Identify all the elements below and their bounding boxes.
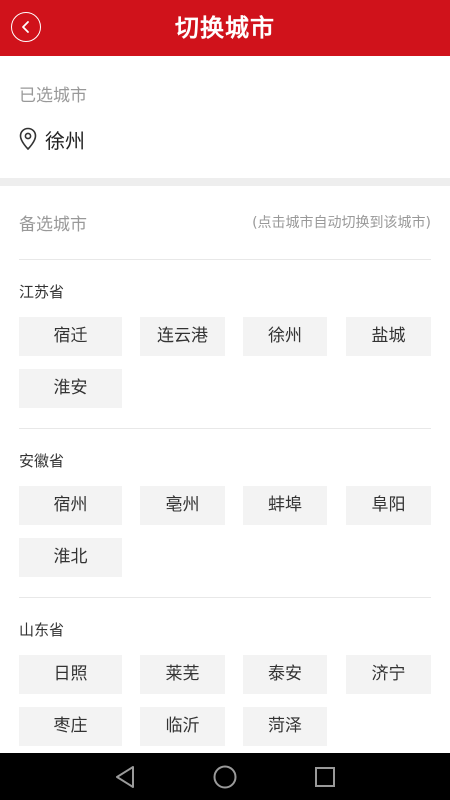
- province-divider: [19, 428, 431, 429]
- candidate-header: 备选城市 (点击城市自动切换到该城市): [19, 186, 431, 260]
- province-name: 山东省: [19, 621, 65, 639]
- city-button[interactable]: 淮北: [19, 538, 122, 577]
- city-button[interactable]: 菏泽: [243, 707, 327, 746]
- selected-city-section: 已选城市 徐州: [0, 56, 450, 178]
- province-shandong: 山东省 日照 莱芜 泰安 济宁 枣庄 临沂 菏泽: [19, 599, 431, 753]
- city-button[interactable]: 淮安: [19, 369, 122, 408]
- nav-recents-button[interactable]: [312, 764, 338, 790]
- triangle-back-icon: [116, 766, 134, 788]
- selected-city-name: 徐州: [45, 128, 85, 153]
- city-button[interactable]: 宿迁: [19, 317, 122, 356]
- square-recents-icon: [315, 767, 335, 787]
- city-button[interactable]: 莱芜: [140, 655, 225, 694]
- city-button[interactable]: 蚌埠: [243, 486, 327, 525]
- candidate-cities-label: 备选城市: [19, 215, 87, 235]
- city-button[interactable]: 连云港: [140, 317, 225, 356]
- page-title: 切换城市: [175, 14, 275, 42]
- city-button[interactable]: 阜阳: [346, 486, 431, 525]
- province-anhui: 安徽省 宿州 亳州 蚌埠 阜阳 淮北: [19, 430, 431, 600]
- selected-city[interactable]: 徐州: [19, 124, 85, 154]
- selected-city-label: 已选城市: [19, 86, 87, 106]
- candidate-cities-section: 备选城市 (点击城市自动切换到该城市) 江苏省 宿迁 连云港 徐州 盐城 淮安 …: [0, 186, 450, 753]
- province-divider: [19, 597, 431, 598]
- location-pin-icon: [19, 127, 37, 151]
- province-name: 江苏省: [19, 283, 65, 301]
- province-jiangsu: 江苏省 宿迁 连云港 徐州 盐城 淮安: [19, 261, 431, 431]
- city-button[interactable]: 日照: [19, 655, 122, 694]
- city-button[interactable]: 亳州: [140, 486, 225, 525]
- city-button[interactable]: 盐城: [346, 317, 431, 356]
- city-button[interactable]: 临沂: [140, 707, 225, 746]
- city-button[interactable]: 济宁: [346, 655, 431, 694]
- nav-back-button[interactable]: [112, 764, 138, 790]
- nav-home-button[interactable]: [212, 764, 238, 790]
- candidate-hint: (点击城市自动切换到该城市): [252, 215, 431, 231]
- section-divider: [0, 178, 450, 186]
- province-name: 安徽省: [19, 452, 65, 470]
- city-button[interactable]: 宿州: [19, 486, 122, 525]
- city-button[interactable]: 泰安: [243, 655, 327, 694]
- city-button[interactable]: 枣庄: [19, 707, 122, 746]
- circle-home-icon: [213, 765, 237, 789]
- title-bar: 切换城市: [0, 0, 450, 56]
- system-navigation-bar: [0, 753, 450, 800]
- city-button[interactable]: 徐州: [243, 317, 327, 356]
